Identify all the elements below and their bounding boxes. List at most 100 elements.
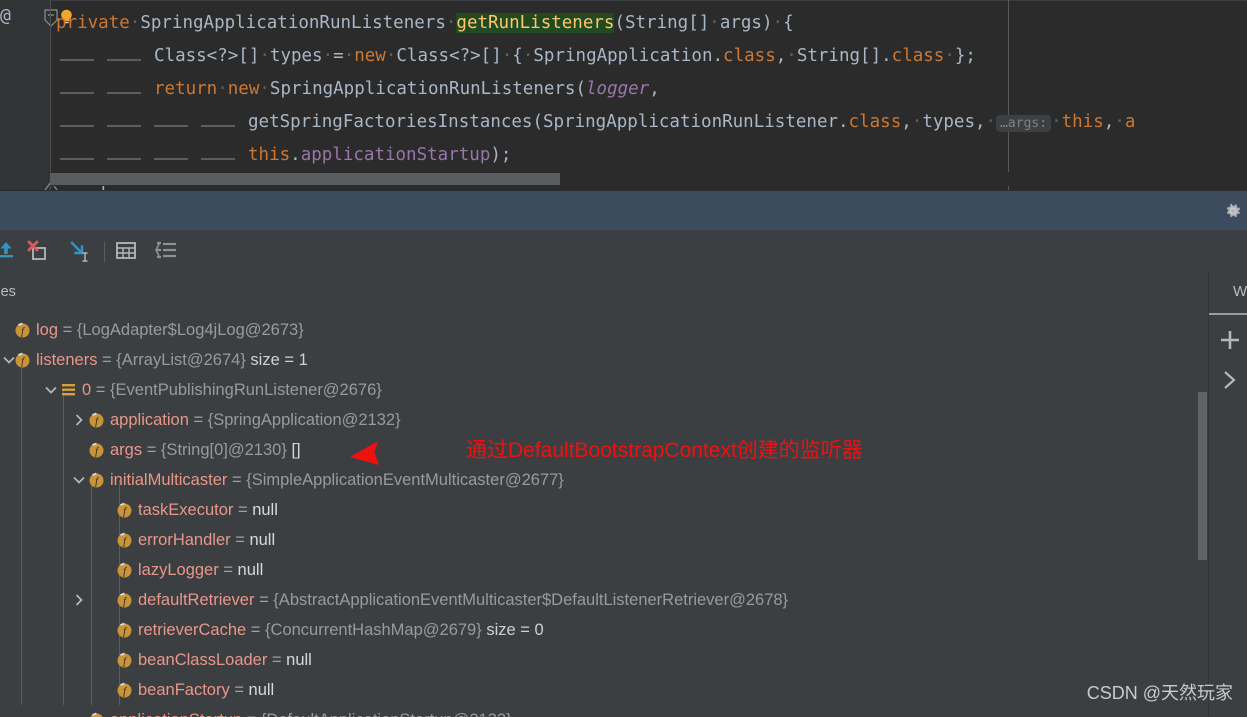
variable-value: {ConcurrentHashMap@2679} [265,621,482,639]
variable-value: null [248,681,275,699]
table-row[interactable]: f application = {SpringApplication@2132} [0,405,1208,435]
field-icon: f [88,411,106,429]
table-row[interactable]: f log = {LogAdapter$Log4jLog@2673} [0,315,1208,345]
field-icon: f [88,471,106,489]
field-icon: f [116,531,134,549]
debugger-toolbar[interactable] [0,230,1247,273]
variables-tab-header[interactable]: iables [0,272,1208,316]
table-row[interactable]: f beanFactory = null [0,675,1208,705]
table-row[interactable]: f taskExecutor = null [0,495,1208,525]
watches-side-panel[interactable]: W [1208,272,1247,717]
line-1-text: private·SpringApplicationRunListeners·ge… [56,13,794,33]
table-row[interactable]: f beanClassLoader = null [0,645,1208,675]
variable-equals: = [218,561,238,579]
variable-name: 0 [82,381,92,399]
variables-vscrollbar-thumb[interactable] [1198,392,1207,560]
step-out-icon[interactable] [0,239,20,263]
indent-guides [56,139,244,172]
variable-equals: = [58,321,77,339]
variable-equals: = [233,501,253,519]
line-5-text: this.applicationStartup); [248,145,512,165]
line-3-text: return·new·SpringApplicationRunListeners… [154,79,660,99]
variable-name: beanClassLoader [138,651,268,669]
ide-debug-screen: @ private·SpringApplicationRunListeners·… [0,0,1247,717]
variable-extra: size = 0 [481,621,544,639]
variable-equals: = [267,651,287,669]
variable-value: null [237,561,264,579]
field-icon: f [116,681,134,699]
table-row[interactable]: f lazyLogger = null [0,555,1208,585]
add-watch-button[interactable] [1209,320,1247,360]
chevron-down-icon[interactable] [72,473,86,487]
variable-equals: = [242,711,261,717]
table-row[interactable]: f errorHandler = null [0,525,1208,555]
array-element-icon [60,381,78,399]
variable-entry: applicationStartup = {DefaultApplication… [110,705,512,717]
settings-gear-icon[interactable] [1223,201,1243,221]
field-icon: f [116,591,134,609]
variable-entry: initialMulticaster = {SimpleApplicationE… [110,465,564,495]
chevron-right-icon[interactable] [72,413,86,427]
variable-equals: = [229,681,249,699]
variable-value: {String[0]@2130} [160,441,287,459]
table-row[interactable]: f retrieverCache = {ConcurrentHashMap@267… [0,615,1208,645]
variable-entry: errorHandler = null [138,525,275,555]
variable-value: {EventPublishingRunListener@2676} [110,381,382,399]
annotation-at-symbol: @ [0,5,11,26]
field-icon: f [116,621,134,639]
variable-entry: 0 = {EventPublishingRunListener@2676} [82,375,382,405]
field-icon: f [116,651,134,669]
variable-value: null [252,501,278,519]
chevron-right-icon[interactable] [72,593,86,607]
editor-hscrollbar-thumb[interactable] [50,173,560,185]
variables-tree[interactable]: f log = {LogAdapter$Log4jLog@2673} f listen… [0,315,1208,717]
variable-entry: beanFactory = null [138,675,274,705]
editor-gutter[interactable]: @ [0,0,50,190]
variable-name: taskExecutor [138,501,234,519]
expand-chevron-right-icon[interactable] [1209,360,1247,400]
line-4-text: getSpringFactoriesInstances(SpringApplic… [248,112,1136,132]
field-icon: f [116,561,134,579]
variable-value: {SimpleApplicationEventMulticaster@2677} [246,471,564,489]
code-editor[interactable]: @ private·SpringApplicationRunListeners·… [0,0,1247,190]
chevron-down-icon[interactable] [44,383,58,397]
table-row[interactable]: f defaultRetriever = {AbstractApplication… [0,585,1208,615]
toolbar-separator [104,242,105,262]
table-row[interactable]: f applicationStartup = {DefaultApplicatio… [0,705,1208,717]
variable-value: {ArrayList@2674} [116,351,246,369]
field-icon: f [88,441,106,459]
code-lines[interactable]: private·SpringApplicationRunListeners·ge… [50,0,1247,190]
variable-name: errorHandler [138,531,231,549]
run-to-cursor-icon[interactable] [68,239,92,263]
variable-name: applicationStartup [110,711,242,717]
variable-entry: application = {SpringApplication@2132} [110,405,401,435]
field-icon: f [116,501,134,519]
table-row[interactable]: f initialMulticaster = {SimpleApplication… [0,465,1208,495]
csdn-watermark: CSDN @天然玩家 [1086,683,1233,703]
variable-name: application [110,411,189,429]
variable-value: {LogAdapter$Log4jLog@2673} [76,321,304,339]
annotation-text: 通过DefaultBootstrapContext创建的监听器 [466,439,863,462]
tab-watches[interactable]: W [1209,272,1247,315]
variable-name: initialMulticaster [110,471,228,489]
sort-values-icon[interactable] [155,239,179,263]
variable-equals: = [142,441,161,459]
mute-breakpoints-icon[interactable] [26,239,50,263]
variable-entry: lazyLogger = null [138,555,263,585]
variable-equals: = [227,471,247,489]
table-row[interactable]: f listeners = {ArrayList@2674} size = 1 [0,345,1208,375]
variables-tab-label: iables [0,284,16,300]
evaluate-table-icon[interactable] [114,239,138,263]
variable-extra: [] [286,441,301,459]
variable-extra: size = 1 [245,351,308,369]
table-row[interactable]: 0 = {EventPublishingRunListener@2676} [0,375,1208,405]
variable-entry: log = {LogAdapter$Log4jLog@2673} [36,315,304,345]
variable-name: log [36,321,59,339]
variable-entry: args = {String[0]@2130} [] [110,435,301,465]
field-icon: f [14,351,32,369]
variable-equals: = [230,531,250,549]
field-icon: f [88,711,106,717]
variable-equals: = [97,351,117,369]
tab-watches-label: W [1233,283,1247,300]
indent-guides [56,73,150,106]
